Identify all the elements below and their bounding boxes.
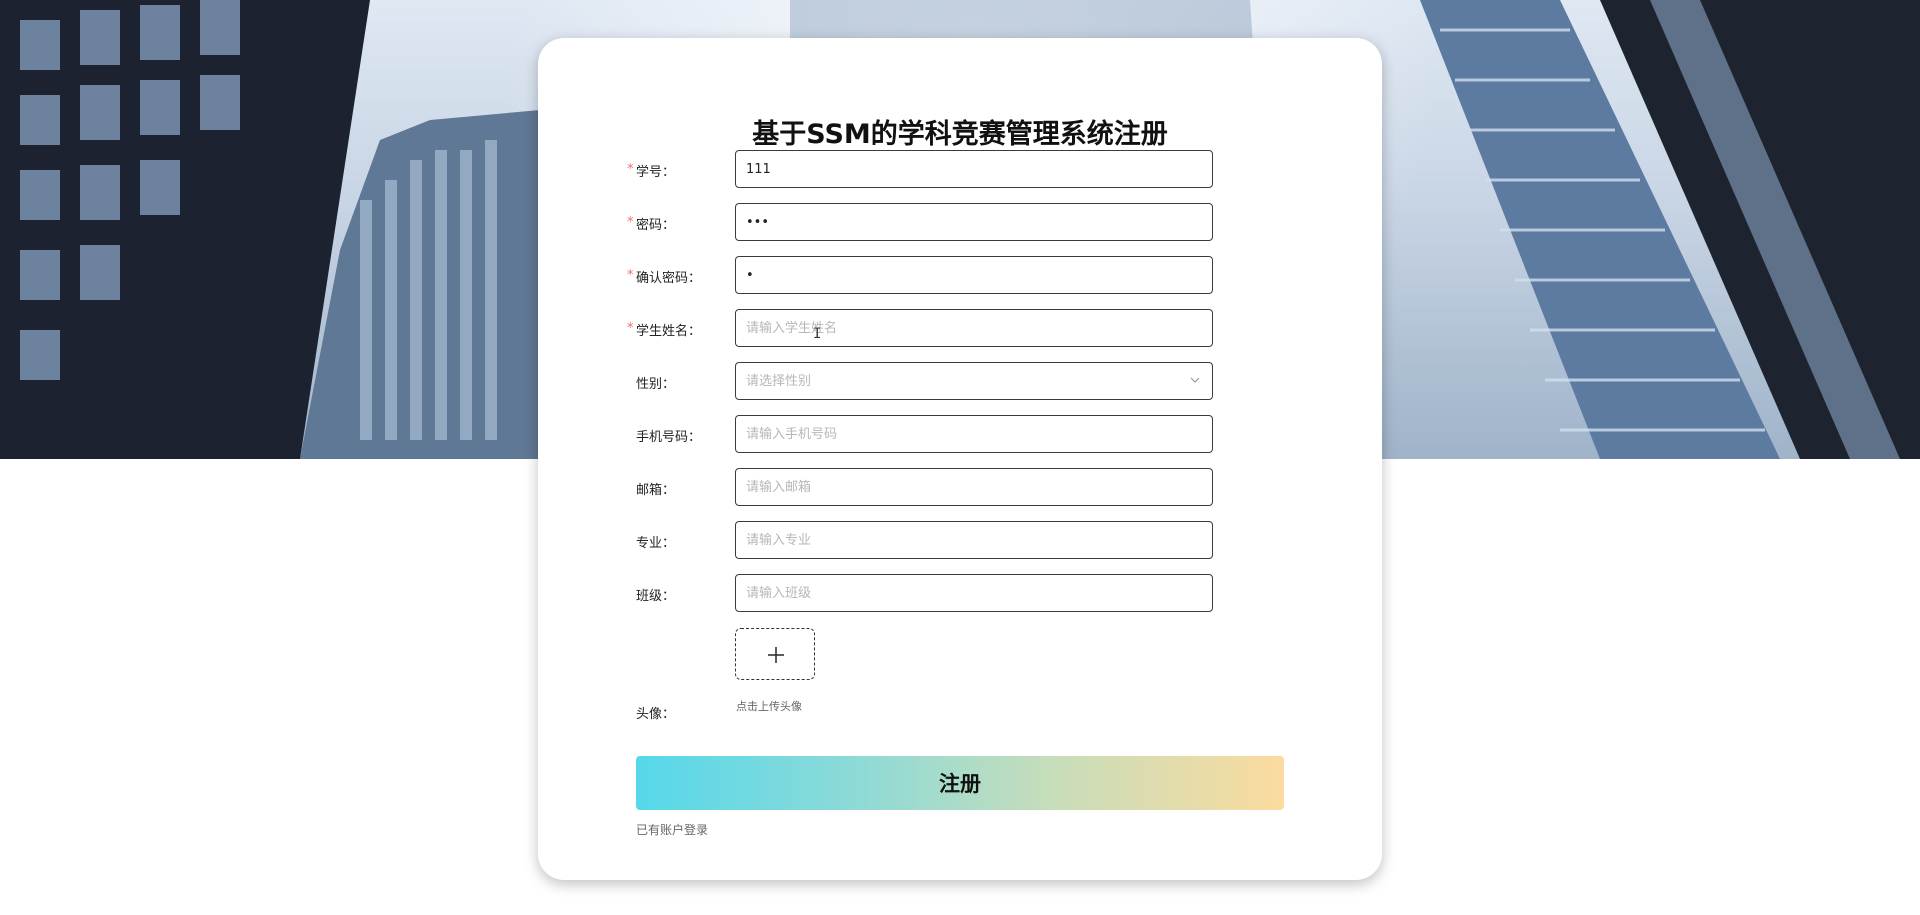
field-student-name: * 学生姓名： [538,309,1382,349]
page-title: 基于SSM的学科竞赛管理系统注册 [752,119,1168,150]
student-no-input[interactable] [735,150,1213,188]
student-name-label: * 学生姓名： [627,321,702,339]
student-no-label: * 学号： [627,162,676,180]
class-label: 班级： [636,589,676,604]
i-beam-cursor-icon: I [813,326,822,342]
major-input[interactable] [735,521,1213,559]
avatar-label: 头像： [636,707,676,722]
class-input[interactable] [735,574,1213,612]
password-input[interactable] [735,203,1213,241]
required-mark: * [627,162,634,177]
confirm-password-input[interactable] [735,256,1213,294]
phone-label: 手机号码： [636,430,702,445]
register-button[interactable]: 注册 [636,756,1284,810]
student-name-input[interactable] [735,309,1213,347]
field-avatar: 头像： 点击上传头像 [538,628,1382,728]
register-card: 基于SSM的学科竞赛管理系统注册 *学号： *密码： *确认密码： *学生姓名：… [538,38,1382,880]
required-mark: * [627,268,634,283]
field-class: 班级： [538,574,1382,614]
chevron-down-icon [1189,374,1201,386]
avatar-upload-hint: 点击上传头像 [736,700,802,713]
login-link[interactable]: 已有账户登录 [636,821,708,838]
email-input[interactable] [735,468,1213,506]
gender-select[interactable] [735,362,1213,400]
field-student-no: * 学号： [538,150,1382,190]
avatar-upload-button[interactable] [735,628,815,680]
major-label: 专业： [636,536,676,551]
confirm-password-label: * 确认密码： [627,268,702,286]
phone-input[interactable] [735,415,1213,453]
field-email: 邮箱： [538,468,1382,508]
plus-icon [768,647,784,663]
password-label: * 密码： [627,215,676,233]
field-phone: 手机号码： [538,415,1382,455]
field-password: * 密码： [538,203,1382,243]
field-major: 专业： [538,521,1382,561]
required-mark: * [627,321,634,336]
email-label: 邮箱： [636,483,676,498]
field-confirm-password: * 确认密码： [538,256,1382,296]
field-gender: 性别： [538,362,1382,402]
required-mark: * [627,215,634,230]
gender-label: 性别： [636,377,676,392]
gender-select-input[interactable] [735,362,1213,400]
